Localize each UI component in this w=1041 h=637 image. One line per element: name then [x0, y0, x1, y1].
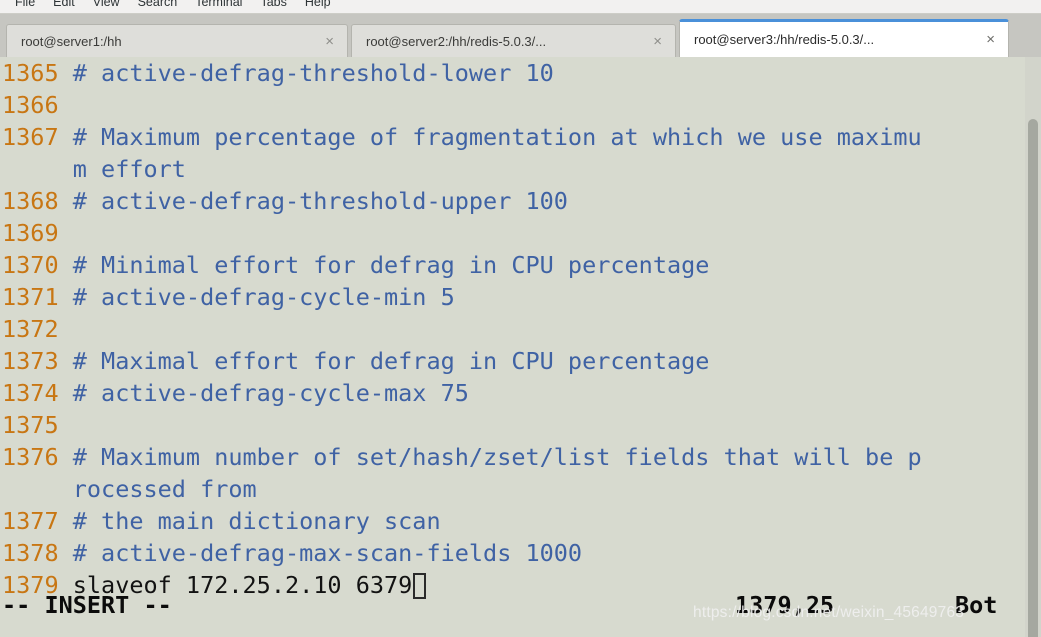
- tab-server2-label: root@server2:/hh/redis-5.0.3/...: [366, 33, 547, 49]
- line-text: # the main dictionary scan: [72, 507, 441, 535]
- menu-item-terminal[interactable]: Terminal: [186, 0, 251, 11]
- line-number-placeholder: [2, 155, 73, 183]
- tab-server1-label: root@server1:/hh: [21, 33, 122, 49]
- editor-line: 1375: [0, 409, 1041, 441]
- menu-item-view[interactable]: View: [84, 0, 129, 11]
- editor-line-wrapped: m effort: [0, 153, 1041, 185]
- line-number: 1370: [2, 251, 73, 279]
- close-icon[interactable]: ×: [318, 34, 341, 49]
- editor-line: 1374 # active-defrag-cycle-max 75: [0, 377, 1041, 409]
- tab-bar: root@server1:/hh × root@server2:/hh/redi…: [0, 14, 1041, 57]
- editor-line: 1373 # Maximal effort for defrag in CPU …: [0, 345, 1041, 377]
- tab-server3[interactable]: root@server3:/hh/redis-5.0.3/... ×: [679, 19, 1009, 57]
- status-mode: -- INSERT --: [2, 591, 172, 619]
- line-text: # active-defrag-cycle-min 5: [72, 283, 455, 311]
- editor-line: 1370 # Minimal effort for defrag in CPU …: [0, 249, 1041, 281]
- line-number: 1373: [2, 347, 73, 375]
- editor-line: 1366: [0, 89, 1041, 121]
- line-text: rocessed from: [72, 475, 257, 503]
- menu-item-tabs[interactable]: Tabs: [251, 0, 295, 11]
- close-icon[interactable]: ×: [646, 34, 669, 49]
- editor-line: 1369: [0, 217, 1041, 249]
- line-text: # active-defrag-cycle-max 75: [72, 379, 469, 407]
- menu-item-file[interactable]: File: [6, 0, 44, 11]
- editor-line: 1372: [0, 313, 1041, 345]
- line-text: # active-defrag-max-scan-fields 1000: [72, 539, 583, 567]
- status-file-location: Bot: [955, 591, 998, 619]
- status-cursor-position: 1379,25: [735, 591, 835, 619]
- line-text: # Maximum percentage of fragmentation at…: [72, 123, 922, 151]
- line-text: # Minimal effort for defrag in CPU perce…: [72, 251, 710, 279]
- line-number: 1369: [2, 219, 73, 247]
- line-number: 1377: [2, 507, 73, 535]
- editor-line: 1371 # active-defrag-cycle-min 5: [0, 281, 1041, 313]
- menu-item-edit[interactable]: Edit: [44, 0, 84, 11]
- editor-line: 1376 # Maximum number of set/hash/zset/l…: [0, 441, 1041, 473]
- status-line: -- INSERT -- 1379,25 Bot: [0, 588, 1041, 622]
- scrollbar-track[interactable]: [1025, 57, 1041, 637]
- menu-bar: File Edit View Search Terminal Tabs Help: [0, 0, 1041, 14]
- line-text: m effort: [72, 155, 186, 183]
- terminal-window: File Edit View Search Terminal Tabs Help…: [0, 0, 1041, 637]
- line-number: 1371: [2, 283, 73, 311]
- line-number: 1366: [2, 91, 73, 119]
- scrollbar-thumb[interactable]: [1028, 119, 1038, 637]
- editor-line: 1377 # the main dictionary scan: [0, 505, 1041, 537]
- menu-item-help[interactable]: Help: [296, 0, 340, 11]
- tab-server1[interactable]: root@server1:/hh ×: [6, 24, 348, 57]
- editor-line: 1367 # Maximum percentage of fragmentati…: [0, 121, 1041, 153]
- line-number: 1378: [2, 539, 73, 567]
- line-number: 1375: [2, 411, 73, 439]
- line-text: # active-defrag-threshold-upper 100: [72, 187, 568, 215]
- line-number: 1365: [2, 59, 73, 87]
- editor-line: 1378 # active-defrag-max-scan-fields 100…: [0, 537, 1041, 569]
- tab-server3-label: root@server3:/hh/redis-5.0.3/...: [694, 32, 875, 47]
- line-number: 1376: [2, 443, 73, 471]
- menu-item-search[interactable]: Search: [129, 0, 187, 11]
- line-number: 1372: [2, 315, 73, 343]
- line-number: 1368: [2, 187, 73, 215]
- editor-line: 1368 # active-defrag-threshold-upper 100: [0, 185, 1041, 217]
- editor-line: 1365 # active-defrag-threshold-lower 10: [0, 57, 1041, 89]
- line-text: # active-defrag-threshold-lower 10: [72, 59, 554, 87]
- line-text: # Maximum number of set/hash/zset/list f…: [72, 443, 922, 471]
- line-number: 1367: [2, 123, 73, 151]
- editor-line-wrapped: rocessed from: [0, 473, 1041, 505]
- line-number-placeholder: [2, 475, 73, 503]
- line-number: 1374: [2, 379, 73, 407]
- close-icon[interactable]: ×: [979, 32, 1002, 47]
- tab-server2[interactable]: root@server2:/hh/redis-5.0.3/... ×: [351, 24, 676, 57]
- terminal-content[interactable]: 1365 # active-defrag-threshold-lower 10 …: [0, 57, 1041, 637]
- line-text: # Maximal effort for defrag in CPU perce…: [72, 347, 710, 375]
